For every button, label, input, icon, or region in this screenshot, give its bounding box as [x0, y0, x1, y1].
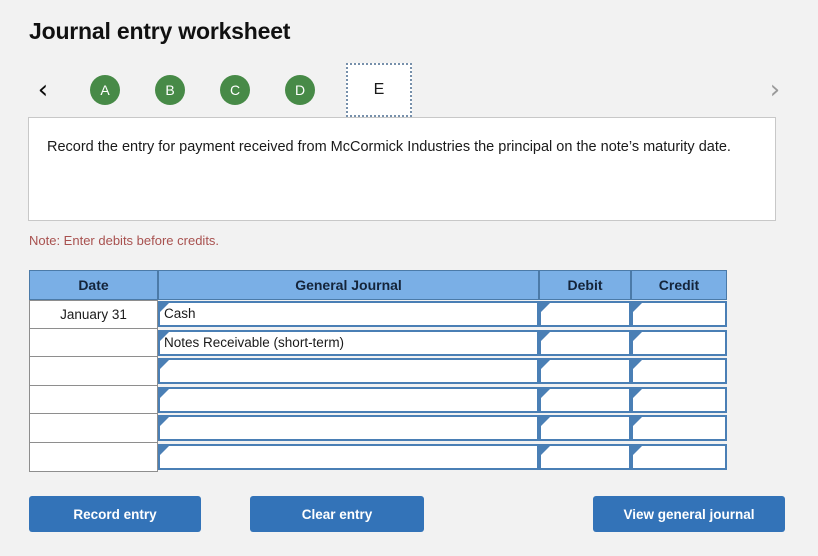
date-cell[interactable] [29, 357, 158, 386]
account-select[interactable] [158, 386, 539, 413]
debits-before-credits-note: Note: Enter debits before credits. [29, 233, 220, 248]
column-header-credit: Credit [631, 270, 727, 300]
table-row: January 31 Cash [29, 300, 727, 329]
tab-d[interactable]: D [285, 75, 315, 105]
chevron-right-icon[interactable]: › [762, 73, 788, 107]
record-entry-button[interactable]: Record entry [29, 496, 201, 532]
tab-e-label: E [373, 81, 385, 98]
date-cell[interactable] [29, 414, 158, 443]
credit-input[interactable] [631, 444, 727, 470]
credit-input[interactable] [631, 301, 727, 327]
worksheet-tab-strip: ‹ A B C D E › [28, 63, 790, 121]
table-row [29, 443, 727, 472]
account-select[interactable]: Notes Receivable (short-term) [158, 329, 539, 356]
account-select[interactable] [158, 444, 539, 470]
debit-input[interactable] [539, 415, 631, 442]
view-general-journal-button[interactable]: View general journal [593, 496, 785, 532]
credit-input[interactable] [631, 415, 727, 442]
table-header-row: Date General Journal Debit Credit [29, 270, 727, 300]
account-select[interactable] [158, 415, 539, 442]
credit-input[interactable] [631, 386, 727, 413]
debit-input[interactable] [539, 386, 631, 413]
tab-a[interactable]: A [90, 75, 120, 105]
date-cell[interactable] [29, 385, 158, 415]
column-header-debit: Debit [539, 270, 631, 300]
date-cell[interactable] [29, 328, 158, 358]
page-title: Journal entry worksheet [29, 18, 291, 44]
account-select[interactable] [158, 358, 539, 385]
chevron-left-icon[interactable]: ‹ [30, 73, 56, 107]
tab-e-active[interactable]: E [346, 63, 412, 117]
instruction-panel: Record the entry for payment received fr… [28, 117, 776, 221]
journal-entry-table: Date General Journal Debit Credit Januar… [29, 270, 727, 472]
credit-input[interactable] [631, 358, 727, 385]
table-row [29, 385, 727, 415]
column-header-date: Date [29, 270, 158, 300]
date-cell[interactable] [29, 443, 158, 472]
debit-input[interactable] [539, 444, 631, 470]
table-row [29, 357, 727, 386]
account-select[interactable]: Cash [158, 301, 539, 327]
debit-input[interactable] [539, 329, 631, 356]
tab-c[interactable]: C [220, 75, 250, 105]
debit-input[interactable] [539, 301, 631, 327]
tab-b[interactable]: B [155, 75, 185, 105]
table-row: Notes Receivable (short-term) [29, 328, 727, 358]
clear-entry-button[interactable]: Clear entry [250, 496, 424, 532]
column-header-general-journal: General Journal [158, 270, 539, 300]
date-cell[interactable]: January 31 [29, 300, 158, 329]
debit-input[interactable] [539, 358, 631, 385]
table-row [29, 414, 727, 443]
table-body: January 31 Cash Notes Receivable (short-… [29, 300, 727, 472]
instruction-text: Record the entry for payment received fr… [47, 139, 731, 155]
credit-input[interactable] [631, 329, 727, 356]
